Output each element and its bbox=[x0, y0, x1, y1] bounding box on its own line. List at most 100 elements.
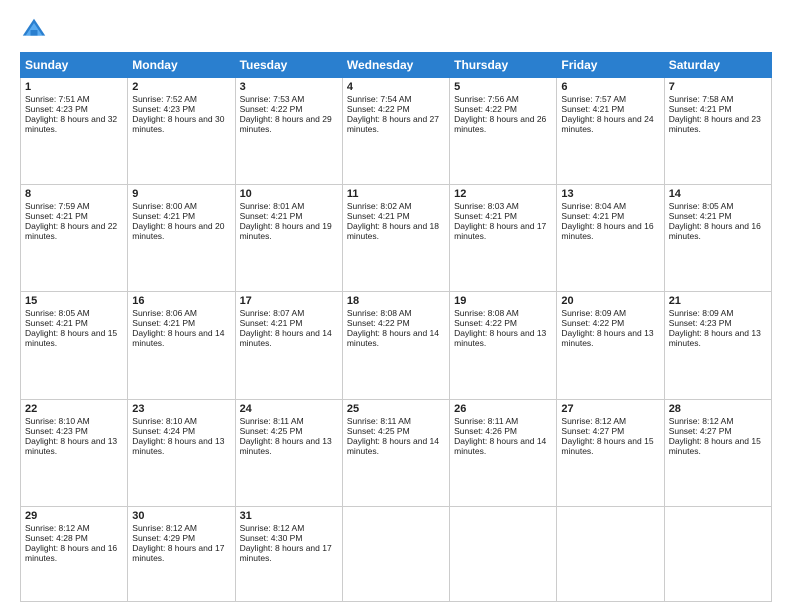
daylight-text: Daylight: 8 hours and 14 minutes. bbox=[347, 436, 439, 456]
day-number: 12 bbox=[454, 188, 552, 200]
day-cell bbox=[664, 506, 771, 601]
daylight-text: Daylight: 8 hours and 30 minutes. bbox=[132, 114, 224, 134]
daylight-text: Daylight: 8 hours and 29 minutes. bbox=[240, 114, 332, 134]
day-cell: 29Sunrise: 8:12 AMSunset: 4:28 PMDayligh… bbox=[21, 506, 128, 601]
sunset-text: Sunset: 4:22 PM bbox=[347, 318, 410, 328]
day-cell bbox=[450, 506, 557, 601]
day-cell: 18Sunrise: 8:08 AMSunset: 4:22 PMDayligh… bbox=[342, 292, 449, 399]
day-number: 14 bbox=[669, 188, 767, 200]
sunrise-text: Sunrise: 8:02 AM bbox=[347, 201, 412, 211]
col-header-saturday: Saturday bbox=[664, 53, 771, 78]
sunrise-text: Sunrise: 7:57 AM bbox=[561, 94, 626, 104]
daylight-text: Daylight: 8 hours and 14 minutes. bbox=[454, 436, 546, 456]
day-cell: 22Sunrise: 8:10 AMSunset: 4:23 PMDayligh… bbox=[21, 399, 128, 506]
sunset-text: Sunset: 4:29 PM bbox=[132, 533, 195, 543]
day-number: 1 bbox=[25, 81, 123, 93]
day-number: 15 bbox=[25, 295, 123, 307]
sunrise-text: Sunrise: 8:01 AM bbox=[240, 201, 305, 211]
day-number: 5 bbox=[454, 81, 552, 93]
day-cell: 13Sunrise: 8:04 AMSunset: 4:21 PMDayligh… bbox=[557, 185, 664, 292]
sunset-text: Sunset: 4:23 PM bbox=[132, 104, 195, 114]
daylight-text: Daylight: 8 hours and 20 minutes. bbox=[132, 221, 224, 241]
daylight-text: Daylight: 8 hours and 32 minutes. bbox=[25, 114, 117, 134]
sunrise-text: Sunrise: 8:09 AM bbox=[669, 308, 734, 318]
header-row: SundayMondayTuesdayWednesdayThursdayFrid… bbox=[21, 53, 772, 78]
day-cell: 15Sunrise: 8:05 AMSunset: 4:21 PMDayligh… bbox=[21, 292, 128, 399]
sunset-text: Sunset: 4:21 PM bbox=[132, 211, 195, 221]
day-number: 30 bbox=[132, 510, 230, 522]
sunrise-text: Sunrise: 8:05 AM bbox=[25, 308, 90, 318]
sunrise-text: Sunrise: 8:08 AM bbox=[347, 308, 412, 318]
week-row-2: 15Sunrise: 8:05 AMSunset: 4:21 PMDayligh… bbox=[21, 292, 772, 399]
daylight-text: Daylight: 8 hours and 24 minutes. bbox=[561, 114, 653, 134]
sunset-text: Sunset: 4:26 PM bbox=[454, 426, 517, 436]
day-cell: 14Sunrise: 8:05 AMSunset: 4:21 PMDayligh… bbox=[664, 185, 771, 292]
day-cell: 16Sunrise: 8:06 AMSunset: 4:21 PMDayligh… bbox=[128, 292, 235, 399]
sunset-text: Sunset: 4:21 PM bbox=[132, 318, 195, 328]
sunrise-text: Sunrise: 8:12 AM bbox=[561, 416, 626, 426]
day-number: 27 bbox=[561, 403, 659, 415]
day-number: 16 bbox=[132, 295, 230, 307]
day-cell: 9Sunrise: 8:00 AMSunset: 4:21 PMDaylight… bbox=[128, 185, 235, 292]
daylight-text: Daylight: 8 hours and 14 minutes. bbox=[240, 328, 332, 348]
sunrise-text: Sunrise: 8:03 AM bbox=[454, 201, 519, 211]
sunset-text: Sunset: 4:21 PM bbox=[454, 211, 517, 221]
sunrise-text: Sunrise: 8:11 AM bbox=[454, 416, 518, 426]
sunset-text: Sunset: 4:21 PM bbox=[240, 211, 303, 221]
daylight-text: Daylight: 8 hours and 16 minutes. bbox=[25, 543, 117, 563]
sunset-text: Sunset: 4:23 PM bbox=[669, 318, 732, 328]
col-header-monday: Monday bbox=[128, 53, 235, 78]
sunrise-text: Sunrise: 8:12 AM bbox=[132, 523, 197, 533]
sunset-text: Sunset: 4:25 PM bbox=[240, 426, 303, 436]
day-cell: 28Sunrise: 8:12 AMSunset: 4:27 PMDayligh… bbox=[664, 399, 771, 506]
sunrise-text: Sunrise: 8:08 AM bbox=[454, 308, 519, 318]
week-row-0: 1Sunrise: 7:51 AMSunset: 4:23 PMDaylight… bbox=[21, 78, 772, 185]
day-number: 8 bbox=[25, 188, 123, 200]
sunset-text: Sunset: 4:21 PM bbox=[25, 211, 88, 221]
day-number: 4 bbox=[347, 81, 445, 93]
day-number: 24 bbox=[240, 403, 338, 415]
sunrise-text: Sunrise: 7:52 AM bbox=[132, 94, 197, 104]
day-cell: 2Sunrise: 7:52 AMSunset: 4:23 PMDaylight… bbox=[128, 78, 235, 185]
sunset-text: Sunset: 4:27 PM bbox=[561, 426, 624, 436]
sunset-text: Sunset: 4:27 PM bbox=[669, 426, 732, 436]
sunset-text: Sunset: 4:21 PM bbox=[669, 104, 732, 114]
sunset-text: Sunset: 4:21 PM bbox=[347, 211, 410, 221]
col-header-sunday: Sunday bbox=[21, 53, 128, 78]
day-cell: 8Sunrise: 7:59 AMSunset: 4:21 PMDaylight… bbox=[21, 185, 128, 292]
daylight-text: Daylight: 8 hours and 22 minutes. bbox=[25, 221, 117, 241]
daylight-text: Daylight: 8 hours and 27 minutes. bbox=[347, 114, 439, 134]
daylight-text: Daylight: 8 hours and 23 minutes. bbox=[669, 114, 761, 134]
day-number: 26 bbox=[454, 403, 552, 415]
sunrise-text: Sunrise: 8:05 AM bbox=[669, 201, 734, 211]
day-cell: 10Sunrise: 8:01 AMSunset: 4:21 PMDayligh… bbox=[235, 185, 342, 292]
daylight-text: Daylight: 8 hours and 14 minutes. bbox=[347, 328, 439, 348]
day-cell: 20Sunrise: 8:09 AMSunset: 4:22 PMDayligh… bbox=[557, 292, 664, 399]
calendar-page: SundayMondayTuesdayWednesdayThursdayFrid… bbox=[0, 0, 792, 612]
col-header-wednesday: Wednesday bbox=[342, 53, 449, 78]
day-number: 23 bbox=[132, 403, 230, 415]
day-cell: 30Sunrise: 8:12 AMSunset: 4:29 PMDayligh… bbox=[128, 506, 235, 601]
day-cell: 23Sunrise: 8:10 AMSunset: 4:24 PMDayligh… bbox=[128, 399, 235, 506]
day-number: 31 bbox=[240, 510, 338, 522]
day-cell: 3Sunrise: 7:53 AMSunset: 4:22 PMDaylight… bbox=[235, 78, 342, 185]
day-number: 28 bbox=[669, 403, 767, 415]
day-number: 29 bbox=[25, 510, 123, 522]
daylight-text: Daylight: 8 hours and 15 minutes. bbox=[25, 328, 117, 348]
sunrise-text: Sunrise: 7:53 AM bbox=[240, 94, 305, 104]
sunset-text: Sunset: 4:22 PM bbox=[454, 318, 517, 328]
header bbox=[20, 16, 772, 44]
day-number: 21 bbox=[669, 295, 767, 307]
sunrise-text: Sunrise: 8:04 AM bbox=[561, 201, 626, 211]
day-cell bbox=[342, 506, 449, 601]
daylight-text: Daylight: 8 hours and 16 minutes. bbox=[669, 221, 761, 241]
sunrise-text: Sunrise: 8:10 AM bbox=[25, 416, 90, 426]
sunset-text: Sunset: 4:30 PM bbox=[240, 533, 303, 543]
day-cell: 31Sunrise: 8:12 AMSunset: 4:30 PMDayligh… bbox=[235, 506, 342, 601]
daylight-text: Daylight: 8 hours and 13 minutes. bbox=[454, 328, 546, 348]
daylight-text: Daylight: 8 hours and 14 minutes. bbox=[132, 328, 224, 348]
daylight-text: Daylight: 8 hours and 17 minutes. bbox=[240, 543, 332, 563]
sunrise-text: Sunrise: 7:56 AM bbox=[454, 94, 519, 104]
sunrise-text: Sunrise: 8:00 AM bbox=[132, 201, 197, 211]
sunset-text: Sunset: 4:28 PM bbox=[25, 533, 88, 543]
